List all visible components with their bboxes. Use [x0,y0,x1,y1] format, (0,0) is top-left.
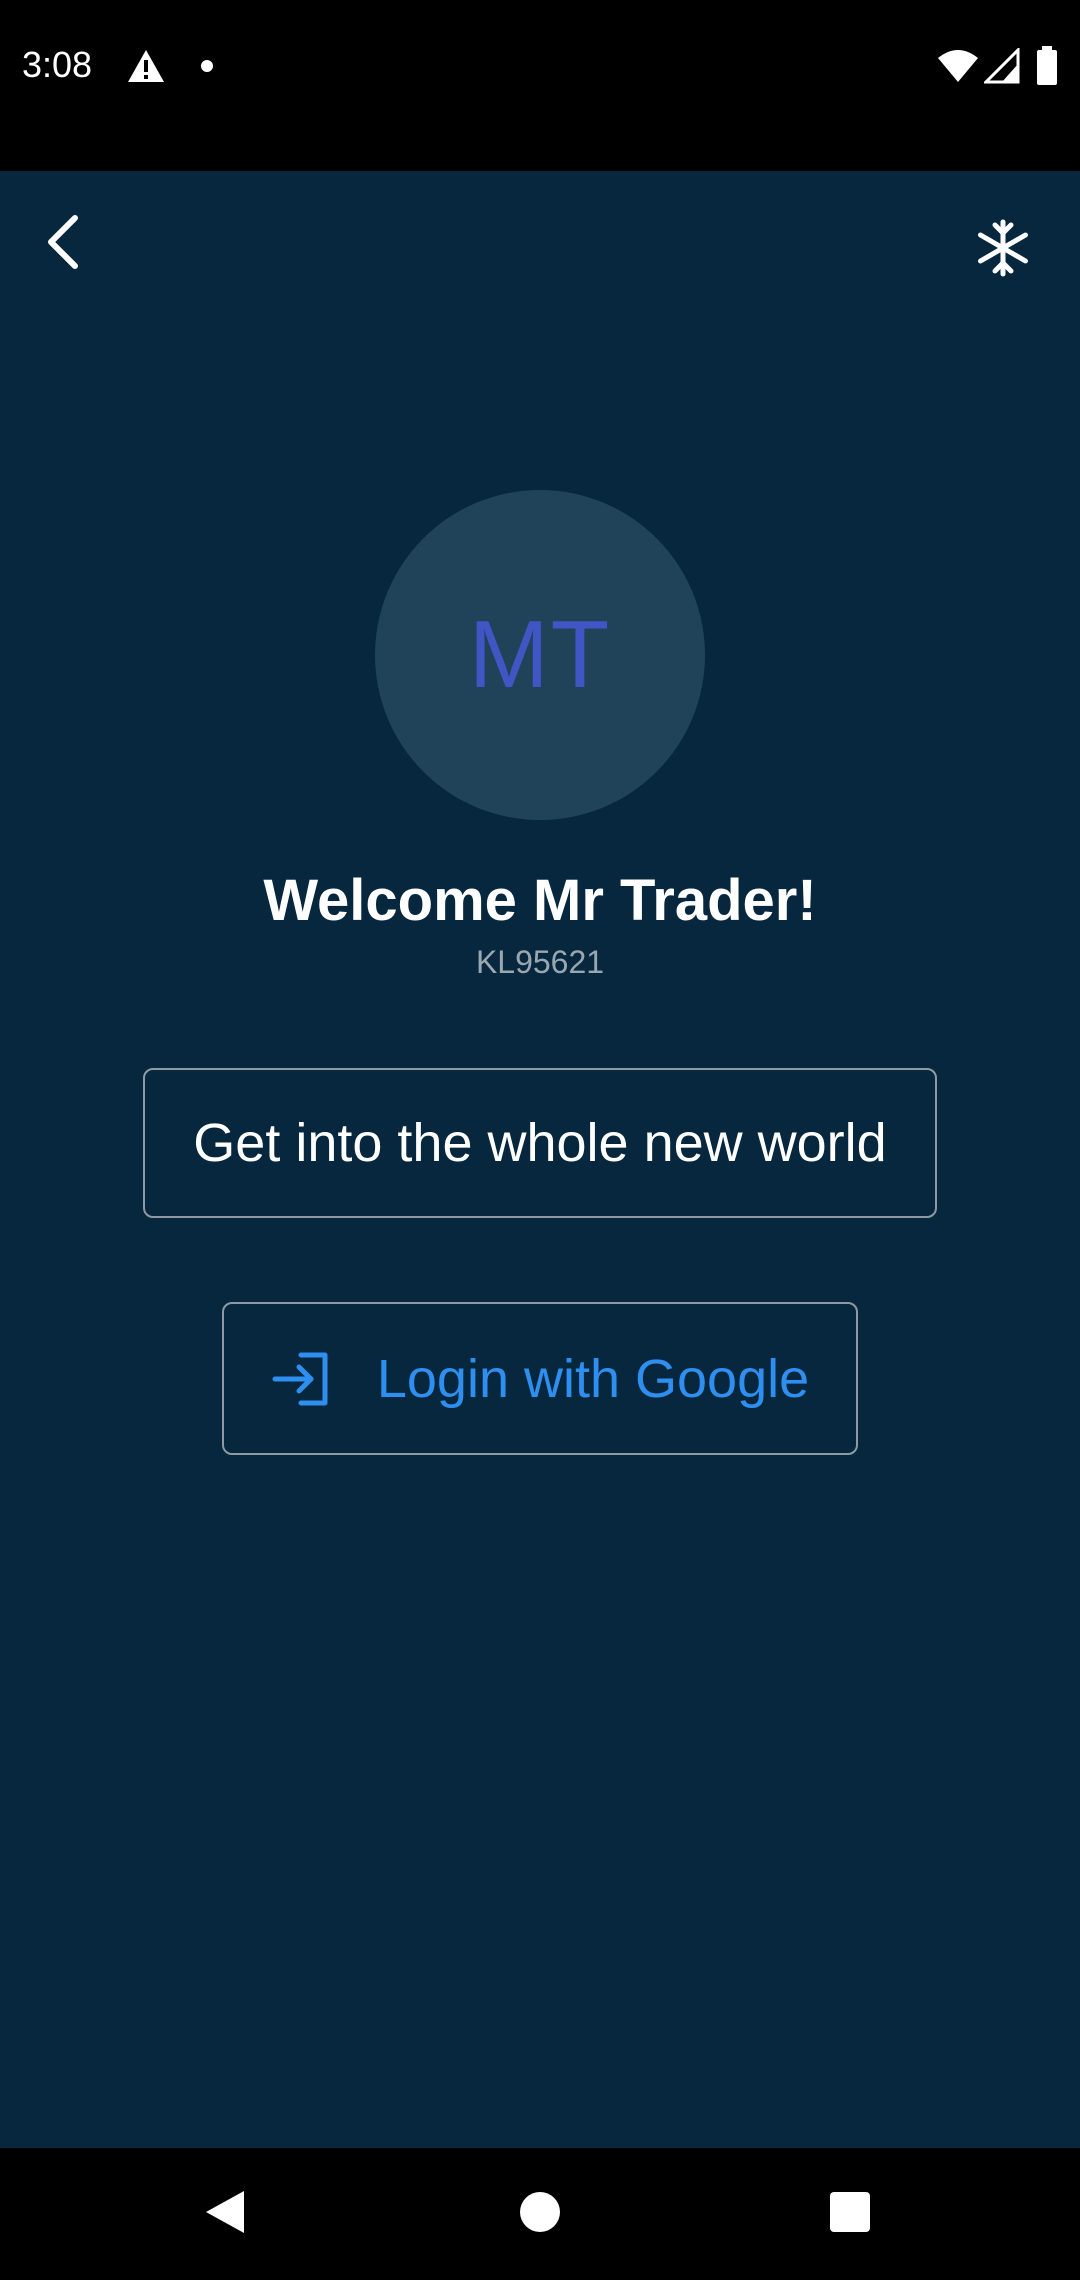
signal-icon [982,46,1020,89]
nav-recents-icon [829,2191,871,2238]
theme-toggle-button[interactable] [968,215,1038,285]
navigation-bar [0,2148,1080,2280]
welcome-screen: MT Welcome Mr Trader! KL95621 Get into t… [0,171,1080,2148]
snowflake-icon [974,219,1032,282]
user-id: KL95621 [475,944,605,980]
back-button[interactable] [30,211,96,277]
explore-button-label: Get into the whole new world [193,1113,887,1173]
welcome-title: Welcome Mr Trader! [263,868,817,933]
nav-recents-button[interactable] [808,2172,892,2256]
status-time: 3:08 [22,44,93,85]
google-login-label: Login with Google [376,1348,810,1409]
chevron-left-icon [41,214,85,275]
nav-back-button[interactable] [183,2172,267,2256]
login-arrow-icon [271,1351,331,1407]
wifi-icon [936,48,980,89]
nav-home-button[interactable] [498,2172,582,2256]
battery-icon [1036,46,1058,91]
avatar-initials: MT [468,601,612,708]
google-login-button[interactable]: Login with Google [222,1302,858,1455]
explore-button[interactable]: Get into the whole new world [143,1068,937,1218]
avatar: MT [375,490,705,820]
notification-dot-icon [200,59,214,78]
warning-icon [126,48,166,89]
nav-back-icon [204,2189,246,2240]
status-bar: 3:08 [0,0,1080,171]
nav-home-icon [519,2191,561,2238]
